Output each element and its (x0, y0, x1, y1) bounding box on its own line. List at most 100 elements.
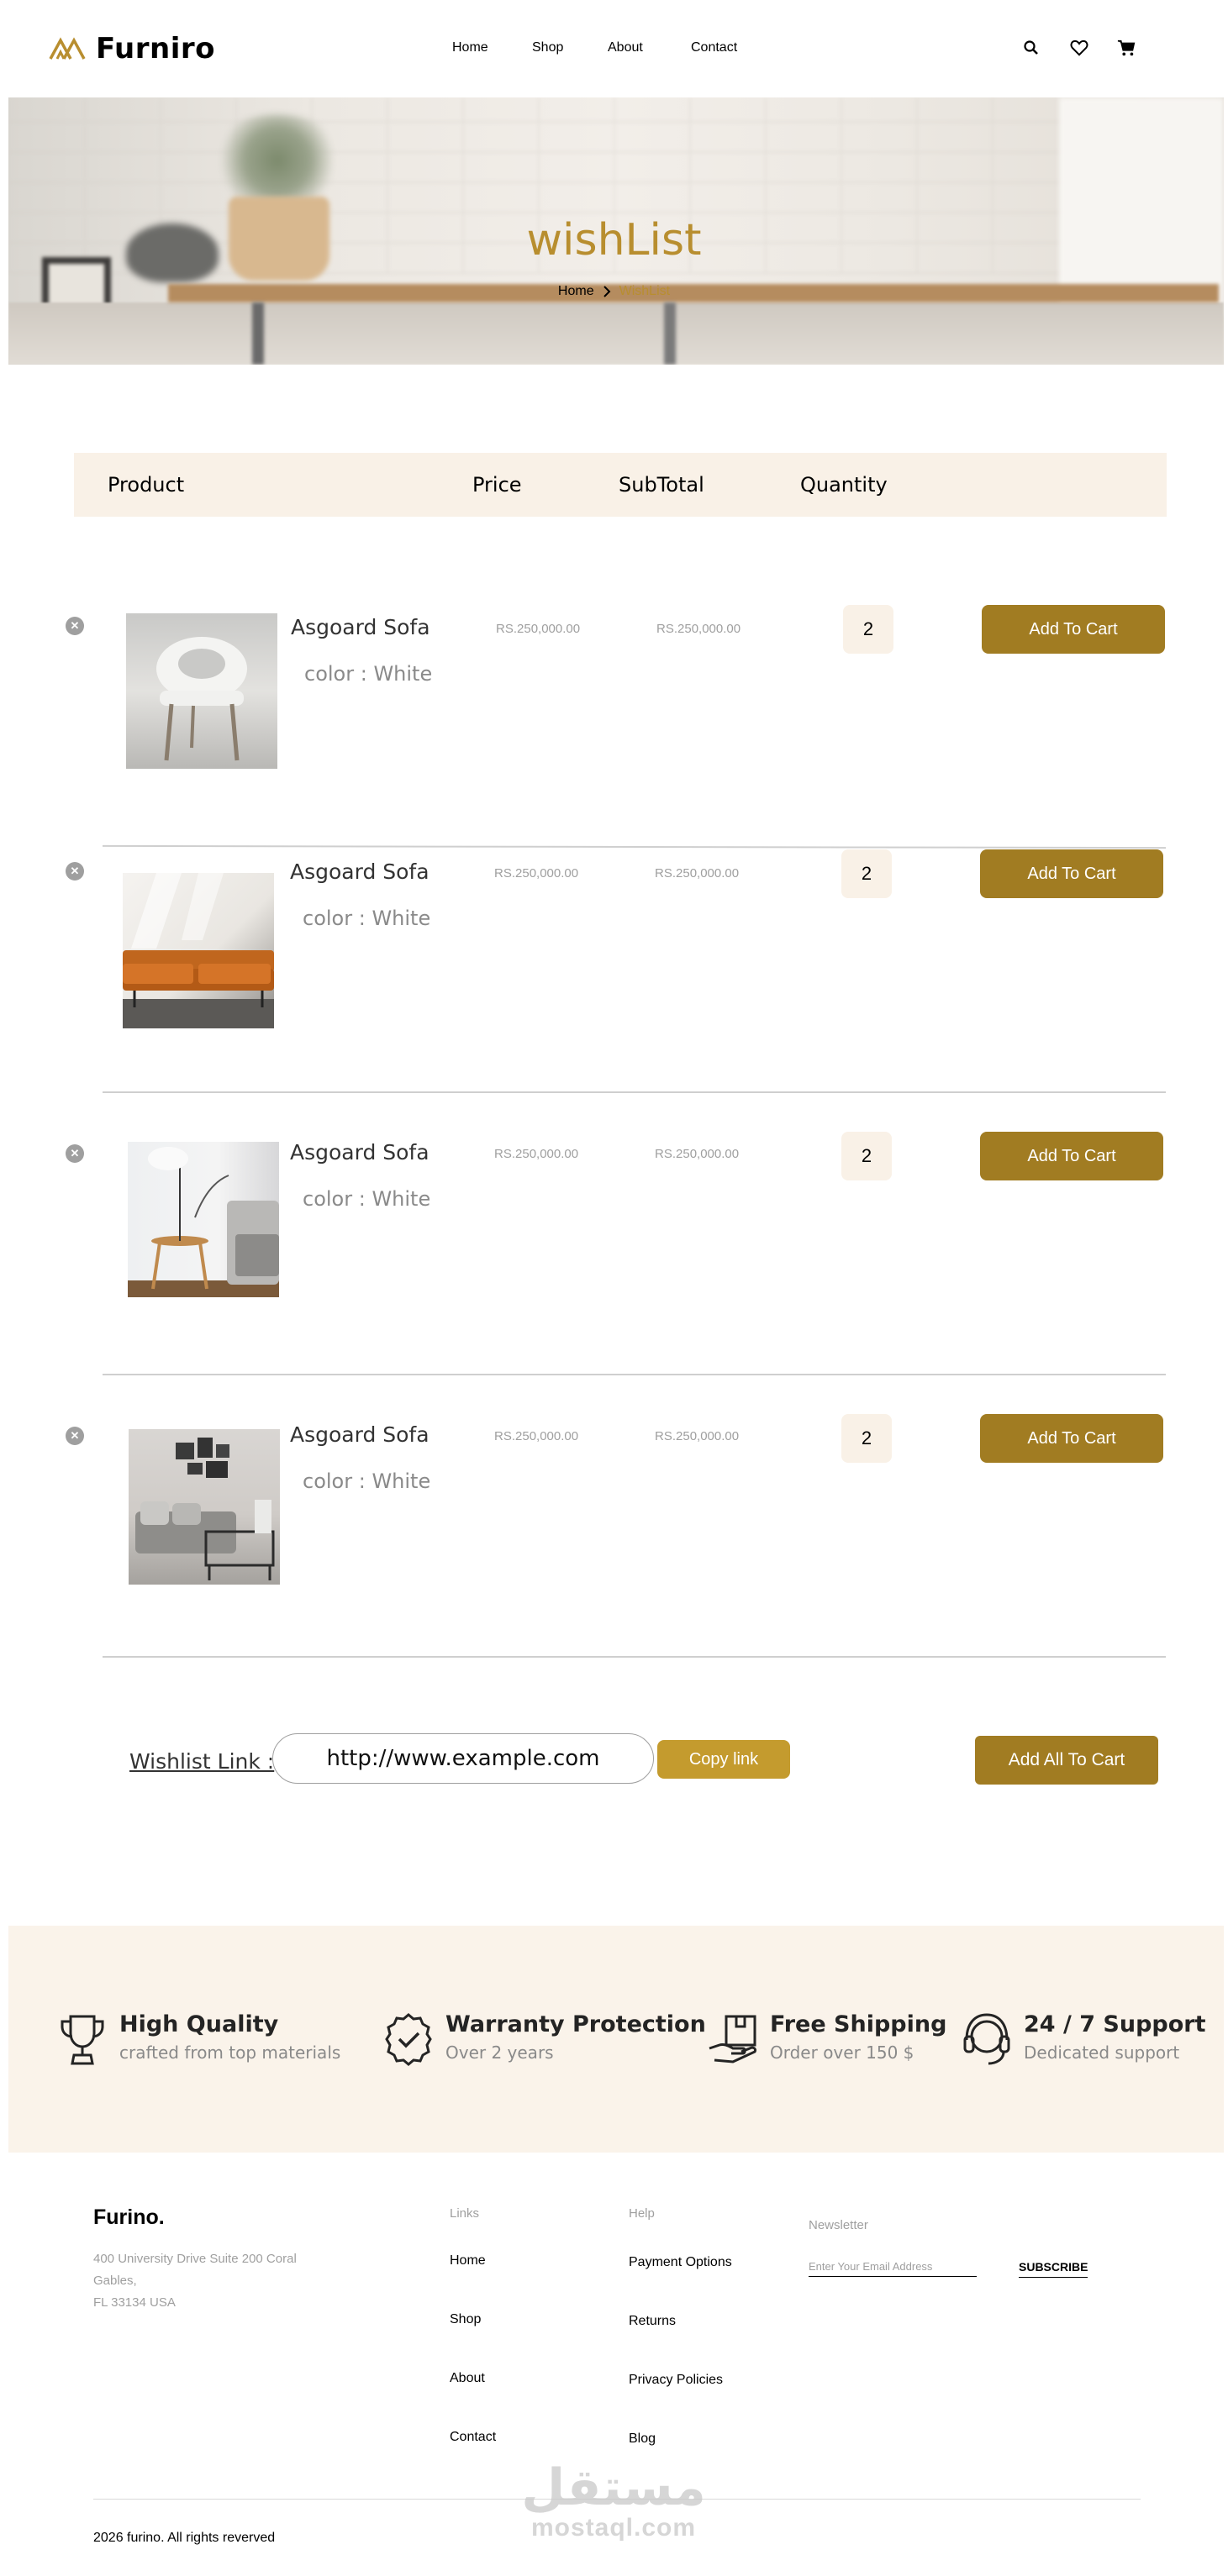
footer-link-privacy-policies[interactable]: Privacy Policies (629, 2373, 723, 2388)
product-price: RS.250,000.00 (494, 1429, 579, 1443)
add-to-cart-button[interactable]: Add To Cart (982, 605, 1165, 654)
product-color: color : White (303, 1469, 431, 1493)
breadcrumb-home[interactable]: Home (558, 284, 594, 299)
product-image (129, 1429, 280, 1585)
footer-links-heading: Links (450, 2206, 480, 2221)
table-header: Product Price SubTotal Quantity (74, 453, 1167, 517)
address-line: Gables, (93, 2274, 137, 2288)
product-image (123, 873, 274, 1028)
product-color: color : White (303, 907, 431, 930)
watermark-latin: mostaql.com (530, 2514, 697, 2542)
add-to-cart-button[interactable]: Add To Cart (980, 1132, 1163, 1180)
newsletter-email-input[interactable]: Enter Your Email Address (809, 2260, 977, 2277)
feature-subtitle: Order over 150 $ (770, 2042, 914, 2063)
wishlist-url-field[interactable]: http://www.example.com (272, 1733, 654, 1784)
product-name[interactable]: Asgoard Sofa (290, 1140, 430, 1164)
product-image (126, 613, 277, 769)
quantity-field[interactable]: 2 (841, 1414, 892, 1463)
product-image (128, 1142, 279, 1297)
product-color: color : White (304, 662, 433, 686)
brand-logo[interactable]: Furniro (49, 32, 215, 66)
brand-name: Furniro (96, 32, 215, 66)
warranty-check-icon (385, 2013, 432, 2066)
column-header-price: Price (472, 473, 522, 497)
product-price: RS.250,000.00 (496, 622, 581, 636)
quantity-field[interactable]: 2 (841, 849, 892, 898)
row-divider (103, 1656, 1166, 1658)
remove-item-icon[interactable]: ✕ (66, 1144, 84, 1163)
add-to-cart-button[interactable]: Add To Cart (980, 1414, 1163, 1463)
nav-contact[interactable]: Contact (691, 40, 737, 55)
table-row: ✕ Asgoard Sofa color : White RS.250,000.… (0, 1414, 1228, 1666)
page-title: wishList (526, 215, 702, 265)
headset-support-icon (963, 2013, 1010, 2065)
add-to-cart-button[interactable]: Add To Cart (980, 849, 1163, 898)
watermark-arabic: مستقل (521, 2458, 706, 2517)
product-subtotal: RS.250,000.00 (655, 1429, 740, 1443)
footer-address: 400 University Drive Suite 200 Coral Gab… (93, 2248, 345, 2314)
feature-title: Warranty Protection (445, 2011, 706, 2037)
address-line: 400 University Drive Suite 200 Coral (93, 2252, 297, 2266)
product-name[interactable]: Asgoard Sofa (290, 860, 430, 884)
feature-title: 24 / 7 Support (1024, 2011, 1206, 2037)
product-subtotal: RS.250,000.00 (656, 622, 741, 636)
quantity-field[interactable]: 2 (841, 1132, 892, 1180)
quantity-field[interactable]: 2 (843, 605, 893, 654)
footer-help-heading: Help (629, 2206, 655, 2221)
nav-about[interactable]: About (608, 40, 643, 55)
trophy-icon (61, 2015, 104, 2065)
remove-item-icon[interactable]: ✕ (66, 617, 84, 635)
cart-icon[interactable] (1115, 37, 1137, 59)
breadcrumb-current: WishList (619, 284, 671, 298)
chevron-right-icon (603, 286, 611, 297)
nav-home[interactable]: Home (452, 40, 488, 55)
remove-item-icon[interactable]: ✕ (66, 1427, 84, 1445)
footer-link-shop[interactable]: Shop (450, 2312, 481, 2327)
table-row: ✕ Asgoard Sofa color : White RS.250,000.… (0, 605, 1228, 857)
feature-warranty: Warranty Protection Over 2 years (383, 2011, 706, 2067)
footer-brand: Furino. (93, 2205, 165, 2229)
column-header-quantity: Quantity (800, 473, 888, 497)
add-all-to-cart-button[interactable]: Add All To Cart (975, 1736, 1158, 1785)
product-name[interactable]: Asgoard Sofa (291, 615, 430, 639)
product-name[interactable]: Asgoard Sofa (290, 1422, 430, 1447)
breadcrumb: Home WishList (0, 284, 1228, 299)
table-row: ✕ Asgoard Sofa color : White RS.250,000.… (0, 1132, 1228, 1384)
feature-support: 24 / 7 Support Dedicated support (962, 2011, 1206, 2067)
wishlist-link-label: Wishlist Link : (129, 1749, 275, 1774)
feature-subtitle: Over 2 years (445, 2042, 554, 2063)
product-price: RS.250,000.00 (494, 1147, 579, 1161)
remove-item-icon[interactable]: ✕ (66, 862, 84, 881)
footer-link-payment-options[interactable]: Payment Options (629, 2255, 732, 2270)
product-price: RS.250,000.00 (494, 866, 579, 881)
row-divider (103, 1091, 1166, 1093)
footer-link-returns[interactable]: Returns (629, 2314, 676, 2329)
column-header-product: Product (108, 473, 185, 497)
feature-free-shipping: Free Shipping Order over 150 $ (708, 2011, 946, 2067)
feature-title: Free Shipping (770, 2011, 947, 2037)
footer-link-home[interactable]: Home (450, 2253, 486, 2268)
footer-link-contact[interactable]: Contact (450, 2430, 496, 2445)
logo-mark-icon (49, 37, 86, 60)
address-line: FL 33134 USA (93, 2295, 176, 2310)
subscribe-button[interactable]: SUBSCRIBE (1019, 2260, 1088, 2278)
feature-subtitle: crafted from top materials (119, 2042, 341, 2063)
footer-link-blog[interactable]: Blog (629, 2431, 656, 2447)
column-header-subtotal: SubTotal (619, 473, 704, 497)
heart-icon[interactable] (1068, 37, 1090, 59)
product-color: color : White (303, 1187, 431, 1211)
watermark: مستقل mostaql.com (488, 2462, 740, 2542)
search-icon[interactable] (1020, 37, 1042, 59)
shipping-box-icon (709, 2015, 756, 2063)
row-divider (103, 1374, 1166, 1375)
feature-title: High Quality (119, 2011, 279, 2037)
copy-link-button[interactable]: Copy link (657, 1740, 790, 1779)
footer-link-about[interactable]: About (450, 2371, 485, 2386)
feature-high-quality: High Quality crafted from top materials (57, 2011, 340, 2067)
features-strip: High Quality crafted from top materials … (8, 1926, 1224, 2153)
copyright-text: 2026 furino. All rights reverved (93, 2531, 276, 2545)
product-subtotal: RS.250,000.00 (655, 1147, 740, 1161)
newsletter-heading: Newsletter (809, 2218, 868, 2232)
nav-shop[interactable]: Shop (532, 40, 563, 55)
site-header: Furniro Home Shop About Contact (0, 0, 1228, 97)
